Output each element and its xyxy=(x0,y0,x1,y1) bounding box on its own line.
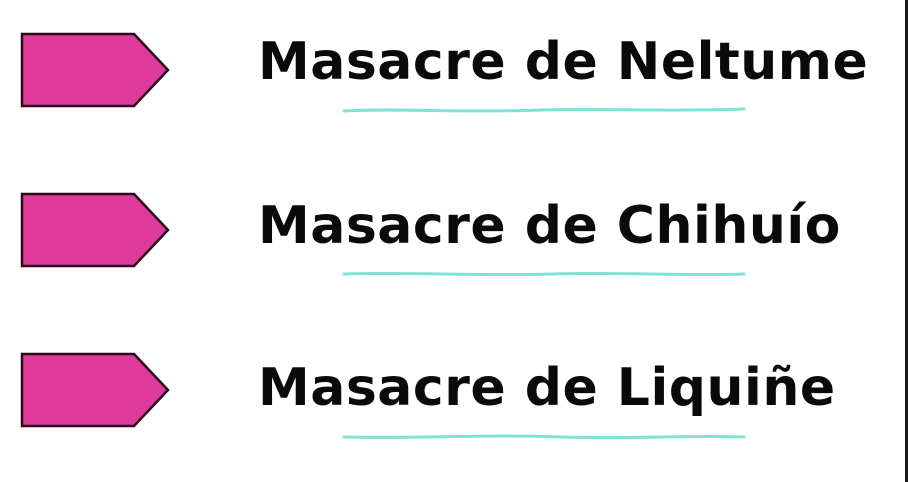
pink-arrow-icon xyxy=(20,32,170,108)
item-title: Masacre de Chihuío xyxy=(258,196,841,256)
pink-arrow-icon xyxy=(20,352,170,428)
pink-arrow-icon xyxy=(20,192,170,268)
underline-decoration xyxy=(342,271,746,277)
item-title: Masacre de Liquiñe xyxy=(258,358,836,418)
slide: Masacre de Neltume Masacre de Chihuío Ma… xyxy=(0,0,908,482)
underline-decoration xyxy=(342,434,746,440)
item-title: Masacre de Neltume xyxy=(258,32,869,92)
list-item: Masacre de Liquiñe xyxy=(0,330,900,440)
list-item: Masacre de Chihuío xyxy=(0,170,900,280)
underline-decoration xyxy=(342,107,746,113)
list-item: Masacre de Neltume xyxy=(0,10,900,120)
